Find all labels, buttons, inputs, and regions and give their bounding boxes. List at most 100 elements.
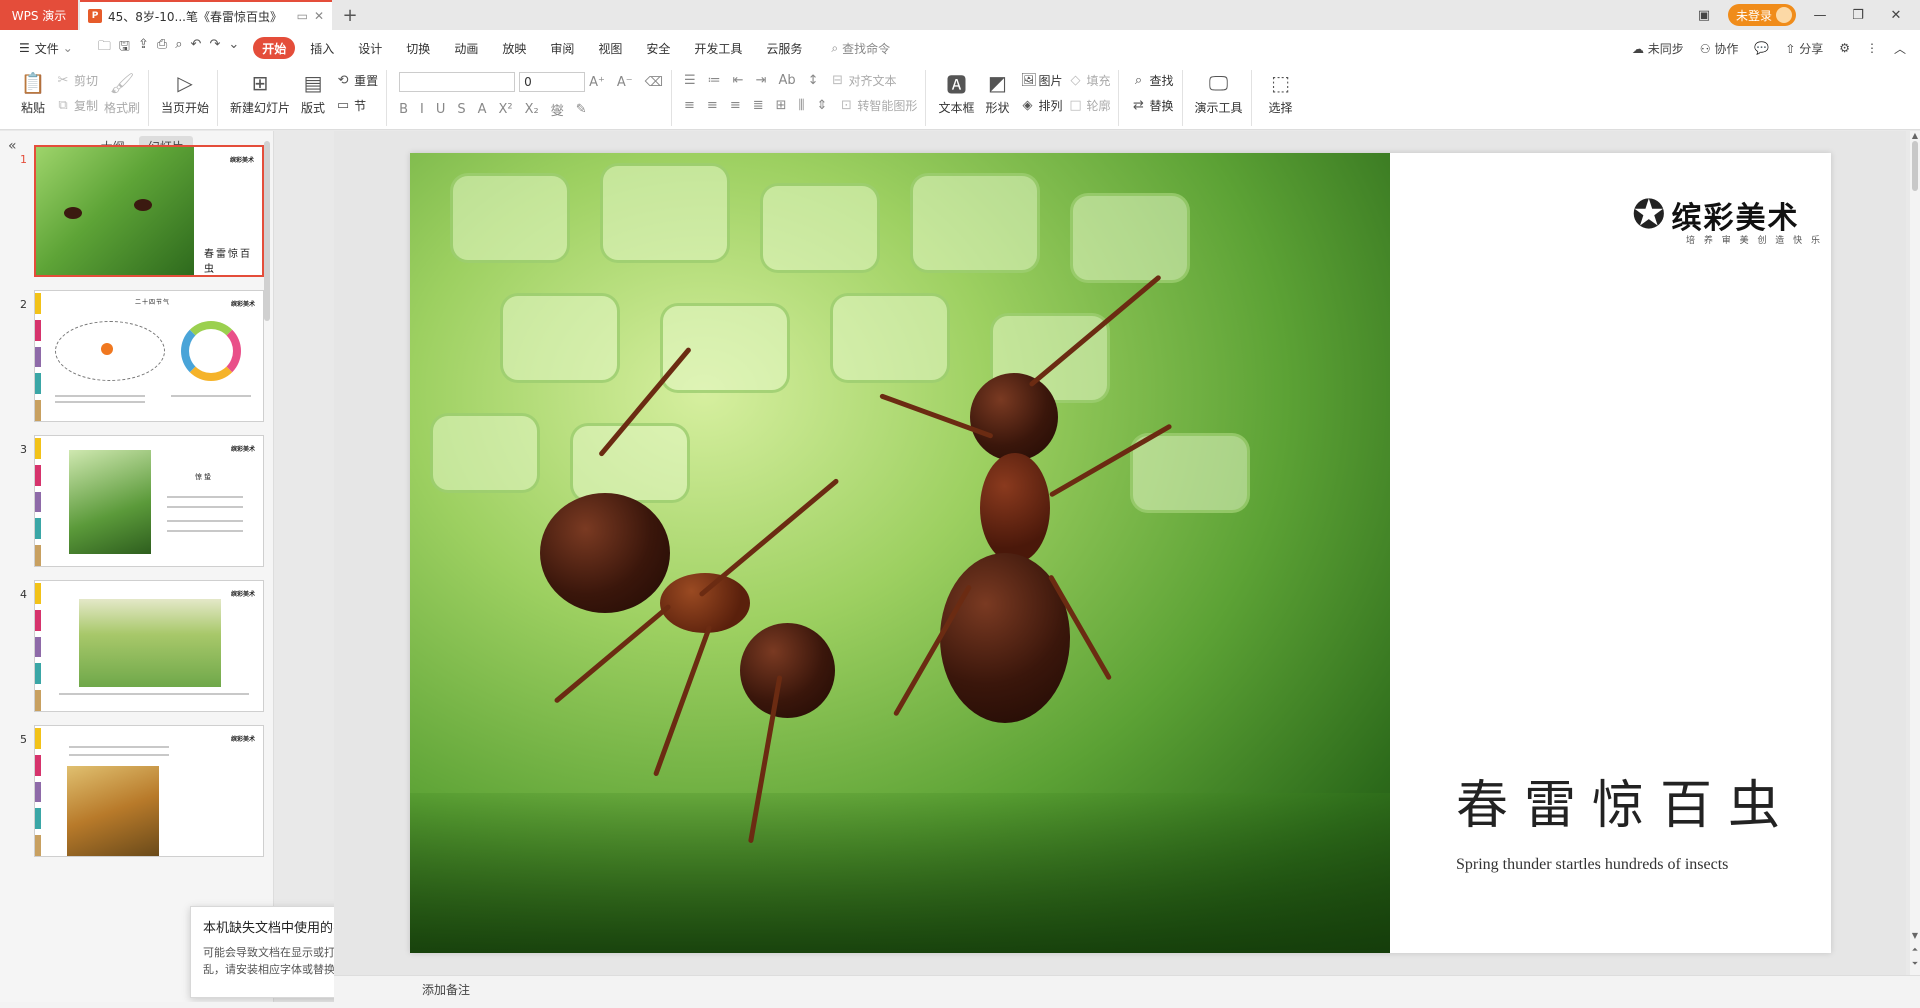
current-slide[interactable]: ✪ 缤彩美术 培 养 审 美 创 造 快 乐 春雷惊百虫 Spring thun… <box>410 153 1831 953</box>
undo-icon[interactable]: ↶ <box>191 37 202 59</box>
tab-cloud[interactable]: 云服务 <box>757 37 811 59</box>
document-tab[interactable]: P 45、8岁-10...笔《春雷惊百虫》 ▭ ✕ <box>80 0 332 30</box>
slide-thumbnail[interactable]: 缤彩美术 二十四节气 <box>34 290 264 422</box>
italic-icon[interactable]: I <box>420 102 424 117</box>
new-tab-button[interactable]: + <box>332 0 368 30</box>
decrease-font-icon[interactable]: A⁻ <box>617 75 633 90</box>
font-family-input[interactable] <box>399 72 516 92</box>
scroll-up-icon[interactable]: ▲ <box>1910 131 1920 140</box>
select-button[interactable]: ⬚ 选择 <box>1264 70 1298 116</box>
underline-icon[interactable]: U <box>436 102 446 117</box>
replace-button[interactable]: ⇄ 替换 <box>1131 97 1173 114</box>
textbox-button[interactable]: 🅰 文本框 <box>938 70 974 116</box>
tab-view[interactable]: 视图 <box>589 37 631 59</box>
comment-icon[interactable]: 💬 <box>1754 41 1769 55</box>
align-text-button[interactable]: ⊟ 对齐文本 <box>831 72 896 89</box>
share-button[interactable]: ⇧ 分享 <box>1785 40 1823 57</box>
font-size-input[interactable]: 0 <box>519 72 586 92</box>
slide-thumbnail-row[interactable]: 4 缤彩美术 <box>0 580 264 743</box>
slide-thumbnail[interactable]: 缤彩美术 惊蛰 <box>34 435 264 567</box>
thumbnail-scrollbar[interactable] <box>264 141 270 321</box>
tab-home[interactable]: 开始 <box>253 37 296 59</box>
restore-icon[interactable]: ❐ <box>1844 8 1872 23</box>
slide-thumbnail-row[interactable]: 3 缤彩美术 惊蛰 <box>0 435 264 598</box>
phonetic-icon[interactable]: 燮 <box>551 100 564 119</box>
app-menu-button[interactable]: WPS 演示 <box>0 0 78 30</box>
numbering-icon[interactable]: ≔ <box>708 73 721 88</box>
paragraph-spacing-icon[interactable]: ⇕ <box>817 98 828 113</box>
prev-slide-icon[interactable]: ⏶ <box>1910 945 1920 955</box>
print-icon[interactable]: ⎙ <box>157 37 167 59</box>
align-right-icon[interactable]: ≡ <box>730 98 741 113</box>
line-spacing-icon[interactable]: ↕ <box>808 73 819 88</box>
collaborate-button[interactable]: ⚇ 协作 <box>1700 40 1739 57</box>
find-button[interactable]: ⌕ 查找 <box>1131 72 1174 89</box>
scrollbar-thumb[interactable] <box>1912 141 1918 191</box>
minimize-icon[interactable]: — <box>1806 8 1834 23</box>
increase-font-icon[interactable]: A⁺ <box>589 75 605 90</box>
slide-title[interactable]: 春雷惊百虫 <box>1456 763 1796 838</box>
tab-review[interactable]: 审阅 <box>541 37 583 59</box>
slide-subtitle[interactable]: Spring thunder startles hundreds of inse… <box>1456 847 1756 883</box>
start-from-current-button[interactable]: ▷ 当页开始 <box>161 70 209 116</box>
export-icon[interactable]: ⇪ <box>138 37 149 59</box>
smart-graphic-button[interactable]: ⊡ 转智能图形 <box>839 97 917 114</box>
columns-icon[interactable]: ⫼ <box>799 98 805 113</box>
canvas-scrollbar[interactable]: ▲ ▼ ⏶ ⏷ <box>1910 131 1920 975</box>
subscript-icon[interactable]: X₂ <box>525 102 539 117</box>
align-left-icon[interactable]: ≡ <box>684 98 695 113</box>
slide-thumbnail[interactable]: 缤彩美术 春雷惊百虫 <box>34 145 264 277</box>
open-folder-icon[interactable]: 🗀 <box>98 37 111 59</box>
clear-format-icon[interactable]: ⌫ <box>645 75 663 90</box>
file-menu[interactable]: ☰ 文件 ⌄ <box>10 37 82 59</box>
arrange-button[interactable]: ◈ 排列 <box>1020 97 1062 114</box>
collapse-ribbon-icon[interactable]: ︿ <box>1894 40 1906 57</box>
bullets-icon[interactable]: ☰ <box>684 73 696 88</box>
strikethrough-icon[interactable]: S <box>457 102 465 117</box>
tab-animation[interactable]: 动画 <box>445 37 487 59</box>
tab-security[interactable]: 安全 <box>637 37 679 59</box>
presentation-tools-button[interactable]: 🖵 演示工具 <box>1195 70 1243 116</box>
tab-slideshow[interactable]: 放映 <box>493 37 535 59</box>
redo-icon[interactable]: ↷ <box>209 37 220 59</box>
slide-thumbnail-row[interactable]: 1 缤彩美术 春雷惊百虫 <box>0 145 264 308</box>
cut-button[interactable]: ✂ 剪切 <box>56 72 98 89</box>
new-slide-button[interactable]: ⊞ 新建幻灯片 <box>230 70 290 116</box>
tab-developer[interactable]: 开发工具 <box>685 37 751 59</box>
more-icon[interactable]: ⋮ <box>1866 41 1878 55</box>
print-preview-icon[interactable]: ⌕ <box>175 37 182 59</box>
slide-thumbnail[interactable]: 缤彩美术 <box>34 580 264 712</box>
slide-thumbnail-row[interactable]: 5 缤彩美术 <box>0 725 264 888</box>
justify-icon[interactable]: ≣ <box>753 98 764 113</box>
increase-indent-icon[interactable]: ⇥ <box>756 73 767 88</box>
settings-icon[interactable]: ⚙ <box>1839 41 1850 55</box>
outline-button[interactable]: □ 轮廓 <box>1068 97 1110 114</box>
reset-button[interactable]: ⟲ 重置 <box>336 72 378 89</box>
login-button[interactable]: 未登录 <box>1727 4 1796 26</box>
copy-button[interactable]: ⧉ 复制 <box>56 97 98 114</box>
distribute-icon[interactable]: ⊞ <box>776 98 787 113</box>
picture-button[interactable]: 🖼 图片 <box>1020 72 1062 89</box>
highlight-icon[interactable]: ✎ <box>576 102 587 117</box>
more-chevron-icon[interactable]: ⌄ <box>228 37 239 59</box>
command-search[interactable]: ⌕ 查找命令 <box>831 40 890 57</box>
bold-icon[interactable]: B <box>399 102 408 117</box>
sync-status[interactable]: ☁ 未同步 <box>1632 40 1684 57</box>
close-tab-icon[interactable]: ✕ <box>314 9 324 23</box>
font-color-icon[interactable]: A <box>478 102 487 117</box>
scroll-down-icon[interactable]: ▼ <box>1910 931 1920 940</box>
ant-photo[interactable] <box>410 153 1390 953</box>
save-icon[interactable]: 🖫 <box>119 37 130 59</box>
tab-insert[interactable]: 插入 <box>301 37 343 59</box>
close-window-icon[interactable]: ✕ <box>1882 8 1910 23</box>
brand-logo[interactable]: ✪ 缤彩美术 培 养 审 美 创 造 快 乐 <box>1632 193 1820 246</box>
tab-design[interactable]: 设计 <box>349 37 391 59</box>
section-button[interactable]: ▭ 节 <box>336 97 378 114</box>
slide-thumbnail-row[interactable]: 2 缤彩美术 二十四节气 <box>0 290 264 453</box>
layout-button[interactable]: ▤ 版式 <box>296 70 330 116</box>
decrease-indent-icon[interactable]: ⇤ <box>733 73 744 88</box>
format-painter-button[interactable]: 🖌 格式刷 <box>104 70 140 116</box>
paste-button[interactable]: 📋 粘贴 <box>16 70 50 116</box>
align-center-icon[interactable]: ≡ <box>707 98 718 113</box>
monitor-icon[interactable]: ▭ <box>297 9 308 23</box>
